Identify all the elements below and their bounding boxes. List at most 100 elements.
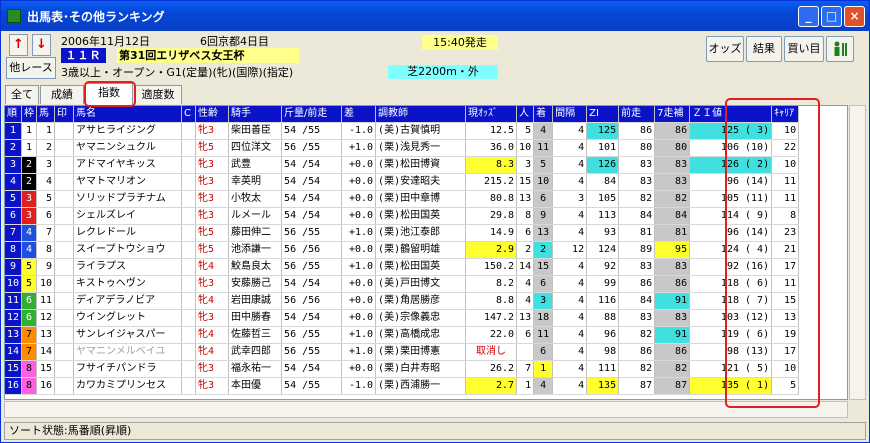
table-row[interactable]: 3 2 3 アドマイヤキッス 牝3 武豊 54 /54 +0.0 (栗)松田博資 8.3 3 5 4 12… <box>5 156 800 174</box>
close-button[interactable]: × <box>844 6 865 27</box>
table-row[interactable]: 2 1 2 ヤマニンシュクル 牝5 四位洋文 56 /55 +1.0 (栗)浅見秀一 36.0 10… <box>5 139 800 157</box>
cell-n: 5 <box>5 190 23 208</box>
odds-button[interactable]: オッズ <box>706 36 744 62</box>
minimize-button[interactable]: _ <box>798 6 819 27</box>
cell-weight: 56 /55 <box>281 343 343 361</box>
table-row[interactable]: 11 6 11 ディアデラノビア 牝4 岩田康誠 56 /56 +0.0 (栗)角居勝彦 8.8 4… <box>5 292 800 310</box>
prev-weight-value: /55 <box>296 227 321 238</box>
table-row[interactable]: 5 3 5 ソリッドプラチナム 牝3 小牧太 54 /54 +0.0 (栗)田中章博 80.8 13… <box>5 190 800 208</box>
column-header[interactable]: 馬名 <box>73 106 183 123</box>
column-header[interactable]: 枠 <box>21 106 38 123</box>
cell-empty <box>54 122 75 140</box>
cell-chaku: 5 <box>533 156 554 174</box>
cell-interval: 4 <box>552 326 588 344</box>
cell-chaku: 15 <box>533 258 554 276</box>
table-header: 順枠馬印馬名 C 性齢 騎手 斤量/前走差調教師 現ｵｯｽﾞ人着間隔 ZI 前走 7走補 ＺＩ値ｷ… <box>5 106 800 123</box>
cell-empty <box>54 173 75 191</box>
cell-w: 6 <box>21 309 38 327</box>
cell-empty <box>181 360 197 378</box>
column-header[interactable]: 差 <box>341 106 377 123</box>
title-bar[interactable]: 出馬表･その他ランキング _ □ × <box>1 1 869 31</box>
tab-all[interactable]: 全て <box>5 85 39 104</box>
cell-zen: 82 <box>618 360 656 378</box>
maximize-button[interactable]: □ <box>821 6 842 27</box>
horizontal-scrollbar[interactable] <box>4 401 848 418</box>
cell-diff: +0.0 <box>341 241 377 259</box>
cell-weight: 56 /56 <box>281 292 343 310</box>
column-header[interactable]: 斤量/前走 <box>281 106 343 123</box>
weight-value: 54 <box>284 380 297 391</box>
table-row[interactable]: 8 4 8 スイープトウショウ 牝5 池添謙一 56 /56 +0.0 (栗)鶴留明雄 2.9 2 2… <box>5 241 800 259</box>
cell-weight: 54 /54 <box>281 173 343 191</box>
prev-race-arrow-icon[interactable]: ↑ <box>9 34 28 56</box>
cell-u: 11 <box>36 292 56 310</box>
cell-empty <box>54 258 75 276</box>
tab-aptitude[interactable]: 適度数 <box>134 85 182 104</box>
table-row[interactable]: 7 4 7 レクレドール 牝5 藤田伸二 56 /55 +1.0 (栗)池江泰郎 14.9 6 13 4… <box>5 224 800 242</box>
table-row[interactable]: 1 1 1 アサヒライジング 牝3 柴田善臣 54 /55 -1.0 (美)古賀慎明 12.5 5 4… <box>5 122 800 140</box>
column-header[interactable]: 印 <box>54 106 75 123</box>
result-button[interactable]: 結果 <box>746 36 782 62</box>
column-header[interactable]: ZI <box>586 106 620 123</box>
prev-weight-value: /54 <box>296 210 321 221</box>
cell-jockey: 小牧太 <box>228 190 283 208</box>
column-header[interactable]: 馬 <box>36 106 56 123</box>
table-row[interactable]: 16 8 16 カワカミプリンセス 牝3 本田優 54 /55 -1.0 (栗)西浦勝一 2.7 1… <box>5 377 800 395</box>
other-race-button[interactable]: 他レース <box>6 57 56 79</box>
cell-chaku: 9 <box>533 207 554 225</box>
prev-weight-value: /56 <box>296 295 321 306</box>
race-header: ↑ ↓ 他レース 2006年11月12日 6回京都4日目 15:40発走 １１Ｒ… <box>4 32 866 82</box>
column-header[interactable]: 騎手 <box>228 106 283 123</box>
cell-hosei: 83 <box>654 173 691 191</box>
cell-chaku: 18 <box>533 309 554 327</box>
people-icon[interactable] <box>826 36 854 62</box>
vertical-scrollbar[interactable] <box>849 105 866 400</box>
cell-empty <box>54 343 75 361</box>
cell-empty <box>54 360 75 378</box>
cell-odds: 2.7 <box>465 377 518 395</box>
cell-interval: 4 <box>552 309 588 327</box>
column-header[interactable]: 調教師 <box>375 106 467 123</box>
table-row[interactable]: 15 8 15 フサイチパンドラ 牝3 福永祐一 54 /54 +0.0 (栗)白井寿昭 26.2… <box>5 360 800 378</box>
table-row[interactable]: 10 5 10 キストゥヘヴン 牝3 安藤勝己 54 /54 +0.0 (美)戸田博文 8.2 4 6… <box>5 275 800 293</box>
prev-weight-value: /54 <box>296 159 321 170</box>
column-header[interactable]: 前走 <box>618 106 656 123</box>
cell-u: 14 <box>36 343 56 361</box>
cell-odds: 26.2 <box>465 360 518 378</box>
cell-interval: 4 <box>552 377 588 395</box>
cell-diff: +0.0 <box>341 173 377 191</box>
cell-hosei: 87 <box>654 377 691 395</box>
column-header[interactable]: C <box>181 106 197 123</box>
weight-value: 54 <box>284 159 297 170</box>
column-header[interactable]: 性齢 <box>195 106 230 123</box>
cell-u: 13 <box>36 326 56 344</box>
table-row[interactable]: 9 5 9 ライラプス 牝4 鮫島良太 56 /55 +1.0 (栗)松田国英 150.2 14 15… <box>5 258 800 276</box>
cell-trainer: (栗)浅見秀一 <box>375 139 467 157</box>
table-row[interactable]: 4 2 4 ヤマトマリオン 牝3 幸英明 54 /54 +0.0 (栗)安達昭夫 215.2 15 1… <box>5 173 800 191</box>
cell-w: 2 <box>21 173 38 191</box>
table-row[interactable]: 13 7 13 サンレイジャスパー 牝4 佐藤哲三 56 /55 +1.0 (栗)高橋成忠 22.… <box>5 326 800 344</box>
cell-zi: 92 <box>586 258 620 276</box>
next-race-arrow-icon[interactable]: ↓ <box>32 34 51 56</box>
prev-weight-value: /55 <box>296 329 321 340</box>
cell-chaku: 4 <box>533 377 554 395</box>
cell-weight: 54 /55 <box>281 377 343 395</box>
cell-interval: 4 <box>552 207 588 225</box>
column-header[interactable]: 人 <box>516 106 535 123</box>
column-header[interactable]: 間隔 <box>552 106 588 123</box>
column-header[interactable]: 着 <box>533 106 554 123</box>
cell-chaku: 3 <box>533 292 554 310</box>
cell-w: 7 <box>21 343 38 361</box>
tab-results[interactable]: 成績 <box>40 85 84 104</box>
cell-n: 9 <box>5 258 23 276</box>
column-header[interactable]: 7走補 <box>654 106 691 123</box>
weight-value: 54 <box>284 312 297 323</box>
table-row[interactable]: 6 3 6 シェルズレイ 牝3 ルメール 54 /54 +0.0 (栗)松田国英 29.8 8 9 4 1… <box>5 207 800 225</box>
table-row[interactable]: 12 6 12 ウイングレット 牝3 田中勝春 54 /54 +0.0 (美)宗像義忠 147.2… <box>5 309 800 327</box>
cell-u: 16 <box>36 377 56 395</box>
cell-pop: 14 <box>516 258 535 276</box>
column-header[interactable]: 順 <box>5 106 23 123</box>
table-row[interactable]: 14 7 14 ヤマニンメルベイユ 牝4 武幸四郎 56 /55 +1.0 (栗)栗田博憲 取消し… <box>5 343 800 361</box>
column-header[interactable]: 現ｵｯｽﾞ <box>465 106 518 123</box>
buy-button[interactable]: 買い目 <box>784 36 824 62</box>
